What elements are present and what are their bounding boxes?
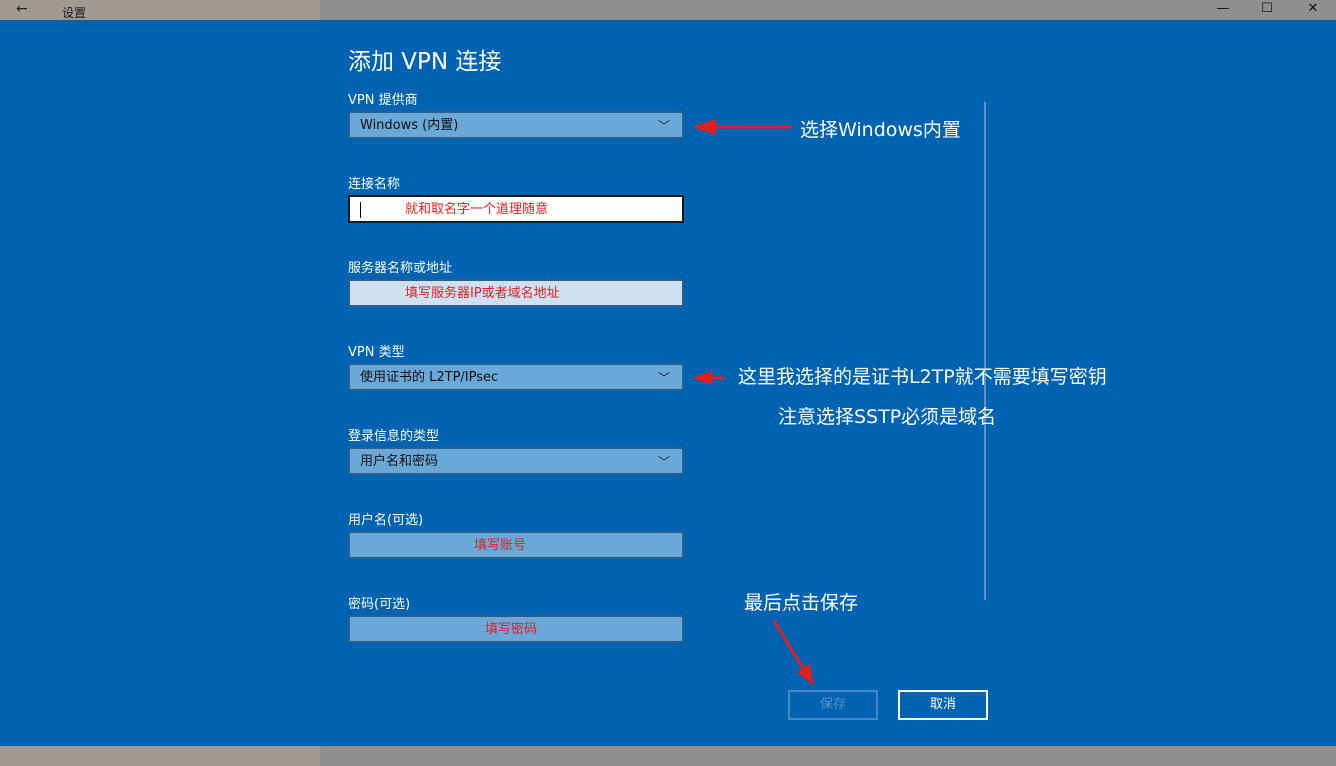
maximize-icon[interactable]: ☐: [1244, 0, 1290, 20]
bottom-strip: [0, 746, 1336, 766]
cancel-button[interactable]: 取消: [898, 690, 988, 720]
arrow-to-save-icon: [772, 620, 814, 686]
arrow-to-vpn-type-icon: [692, 371, 724, 385]
window-title: 设置: [62, 6, 87, 20]
arrow-to-provider-icon: [692, 119, 792, 135]
close-icon[interactable]: ✕: [1290, 0, 1336, 20]
bottom-left-panel: [0, 746, 320, 766]
back-arrow-icon[interactable]: ←: [16, 1, 28, 17]
annotation-arrows: [692, 119, 814, 686]
titlebar-left-panel: [0, 0, 320, 20]
minimize-icon[interactable]: —: [1200, 0, 1246, 20]
save-button[interactable]: 保存: [788, 690, 878, 720]
add-vpn-dialog: 添加 VPN 连接 VPN 提供商 Windows (内置) ﹀ 连接名称 就和…: [0, 20, 1336, 746]
title-bar: ← 设置 — ☐ ✕: [0, 0, 1336, 20]
